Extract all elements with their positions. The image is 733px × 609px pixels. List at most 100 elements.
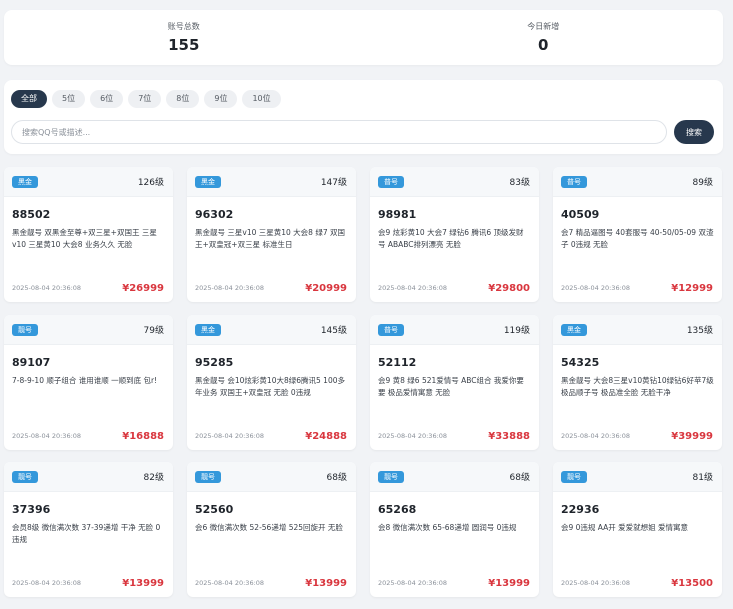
stat-total-label: 账号总数	[167, 22, 200, 31]
card-type-badge: 普号	[378, 175, 404, 188]
card-qq-number: 95285	[195, 356, 234, 369]
tab-9-digit[interactable]: 9位	[204, 90, 238, 108]
card-level: 68级	[509, 473, 530, 483]
card-type-badge: 黑金	[195, 323, 221, 336]
card-qq-number: 37396	[12, 503, 51, 516]
card-header: 黑金 145级	[187, 315, 356, 345]
stat-today-new: 今日新增 0	[364, 10, 724, 65]
stat-total-accounts: 账号总数 155	[4, 10, 364, 65]
card-description: 会8 微信满次数 65-68递增 圆润号 0违规	[378, 523, 517, 532]
card-qq-number: 52560	[195, 503, 234, 516]
card-header: 靓号 79级	[4, 315, 173, 345]
account-card[interactable]: 靓号 68级 52560 会6 微信满次数 52-56递增 525回旋开 无脸 2025…	[187, 462, 356, 597]
card-timestamp: 2025-08-04 20:36:08	[12, 579, 82, 587]
account-card[interactable]: 普号 119级 52112 会9 黄8 绿6 521爱情号 ABC组合 我爱你要要 极…	[370, 315, 539, 450]
stat-total-value: 155	[168, 36, 200, 54]
card-price: ¥39999	[671, 431, 713, 442]
card-price: ¥16888	[122, 431, 164, 442]
account-card[interactable]: 黑金 126级 88502 黑金靓号 双黑金至尊+双三星+双国王 三星v10 三星黄1…	[4, 167, 173, 302]
tab-7-digit[interactable]: 7位	[128, 90, 162, 108]
search-input[interactable]	[11, 120, 667, 144]
card-qq-number: 40509	[561, 208, 600, 221]
card-timestamp: 2025-08-04 20:36:08	[378, 579, 448, 587]
tab-8-digit[interactable]: 8位	[166, 90, 200, 108]
card-header: 普号 119级	[370, 315, 539, 345]
card-level: 89级	[692, 178, 713, 188]
card-level: 68级	[326, 473, 347, 483]
card-header: 黑金 147级	[187, 167, 356, 197]
card-header: 普号 89级	[553, 167, 722, 197]
card-level: 135级	[686, 326, 713, 336]
tab-6-digit[interactable]: 6位	[90, 90, 124, 108]
card-price: ¥13999	[122, 578, 164, 589]
card-level: 81级	[692, 473, 713, 483]
card-header: 靓号 68级	[370, 462, 539, 492]
card-price: ¥24888	[305, 431, 347, 442]
tab-10-digit[interactable]: 10位	[242, 90, 281, 108]
tab-5-digit[interactable]: 5位	[52, 90, 86, 108]
card-qq-number: 96302	[195, 208, 234, 221]
card-description: 7-8-9-10 顺子组合 谁用谁顺 一顺到底 包r!	[12, 376, 158, 385]
account-card[interactable]: 黑金 135级 54325 黑金靓号 大会8三星v10黄钻10绿钻6好苹7级 极品顺子…	[553, 315, 722, 450]
card-type-badge: 靓号	[561, 470, 587, 483]
card-level: 83级	[509, 178, 530, 188]
card-header: 靓号 68级	[187, 462, 356, 492]
card-price: ¥13500	[671, 578, 713, 589]
card-header: 黑金 126级	[4, 167, 173, 197]
card-timestamp: 2025-08-04 20:36:08	[12, 284, 82, 292]
card-timestamp: 2025-08-04 20:36:08	[378, 284, 448, 292]
card-description: 黑金靓号 双黑金至尊+双三星+双国王 三星v10 三星黄10 大会8 业务久久 …	[12, 228, 157, 249]
tab-all[interactable]: 全部	[11, 90, 47, 108]
card-price: ¥26999	[122, 283, 164, 294]
card-qq-number: 88502	[12, 208, 51, 221]
card-header: 黑金 135级	[553, 315, 722, 345]
account-card[interactable]: 靓号 82级 37396 会员8级 微信满次数 37-39递增 干净 无脸 0违规 20…	[4, 462, 173, 597]
card-timestamp: 2025-08-04 20:36:08	[378, 432, 448, 440]
card-type-badge: 普号	[561, 175, 587, 188]
account-card[interactable]: 靓号 79级 89107 7-8-9-10 顺子组合 谁用谁顺 一顺到底 包r! 202…	[4, 315, 173, 450]
card-price: ¥13999	[488, 578, 530, 589]
card-timestamp: 2025-08-04 20:36:08	[195, 579, 265, 587]
account-card[interactable]: 靓号 68级 65268 会8 微信满次数 65-68递增 圆润号 0违规 2025-0…	[370, 462, 539, 597]
filter-panel: 全部 5位 6位 7位 8位 9位 10位 搜索	[4, 80, 723, 154]
account-card[interactable]: 普号 89级 40509 会7 精品逼图号 40套服号 40-50/05-09 双渣子…	[553, 167, 722, 302]
card-description: 会9 黄8 绿6 521爱情号 ABC组合 我爱你要要 极品爱情寓意 无脸	[378, 376, 524, 397]
stat-today-label: 今日新增	[527, 22, 560, 31]
card-description: 黑金靓号 三星v10 三星黄10 大会8 绿7 双国王+双皇冠+双三星 标准生日	[195, 228, 345, 249]
card-header: 靓号 82级	[4, 462, 173, 492]
card-qq-number: 22936	[561, 503, 600, 516]
card-description: 黑金靓号 大会8三星v10黄钻10绿钻6好苹7级 极品顺子号 极品准全脸 无脸干…	[561, 376, 714, 397]
filter-tabs: 全部 5位 6位 7位 8位 9位 10位	[11, 90, 286, 108]
card-price: ¥20999	[305, 283, 347, 294]
card-price: ¥13999	[305, 578, 347, 589]
card-type-badge: 黑金	[12, 175, 38, 188]
account-card[interactable]: 黑金 147级 96302 黑金靓号 三星v10 三星黄10 大会8 绿7 双国王+双…	[187, 167, 356, 302]
card-qq-number: 65268	[378, 503, 417, 516]
card-description: 会9 0违规 AA开 爱爱就想姐 爱情寓意	[561, 523, 689, 532]
card-description: 会员8级 微信满次数 37-39递增 干净 无脸 0违规	[12, 523, 161, 544]
card-type-badge: 靓号	[12, 470, 38, 483]
card-level: 145级	[320, 326, 347, 336]
card-description: 会9 炫彩黄10 大会7 绿钻6 腾讯6 顶级发财号 ABABC排列漂亮 无脸	[378, 228, 524, 249]
account-card[interactable]: 黑金 145级 95285 黑金靓号 会10炫彩黄10大8绿6腾讯5 100多年业务 …	[187, 315, 356, 450]
card-type-badge: 靓号	[378, 470, 404, 483]
card-price: ¥29800	[488, 283, 530, 294]
card-description: 会7 精品逼图号 40套服号 40-50/05-09 双渣子 0违规 无脸	[561, 228, 714, 249]
card-header: 普号 83级	[370, 167, 539, 197]
account-card[interactable]: 普号 83级 98981 会9 炫彩黄10 大会7 绿钻6 腾讯6 顶级发财号 ABA…	[370, 167, 539, 302]
card-type-badge: 普号	[378, 323, 404, 336]
card-header: 靓号 81级	[553, 462, 722, 492]
card-description: 会6 微信满次数 52-56递增 525回旋开 无脸	[195, 523, 343, 532]
card-timestamp: 2025-08-04 20:36:08	[195, 284, 265, 292]
card-type-badge: 黑金	[561, 323, 587, 336]
card-qq-number: 89107	[12, 356, 51, 369]
card-timestamp: 2025-08-04 20:36:08	[12, 432, 82, 440]
search-button[interactable]: 搜索	[674, 120, 714, 144]
card-level: 147级	[320, 178, 347, 188]
card-level: 79级	[143, 326, 164, 336]
card-timestamp: 2025-08-04 20:36:08	[561, 579, 631, 587]
account-card[interactable]: 靓号 81级 22936 会9 0违规 AA开 爱爱就想姐 爱情寓意 2025-08-0…	[553, 462, 722, 597]
card-qq-number: 52112	[378, 356, 417, 369]
stats-panel: 账号总数 155 今日新增 0	[4, 10, 723, 65]
card-timestamp: 2025-08-04 20:36:08	[561, 284, 631, 292]
